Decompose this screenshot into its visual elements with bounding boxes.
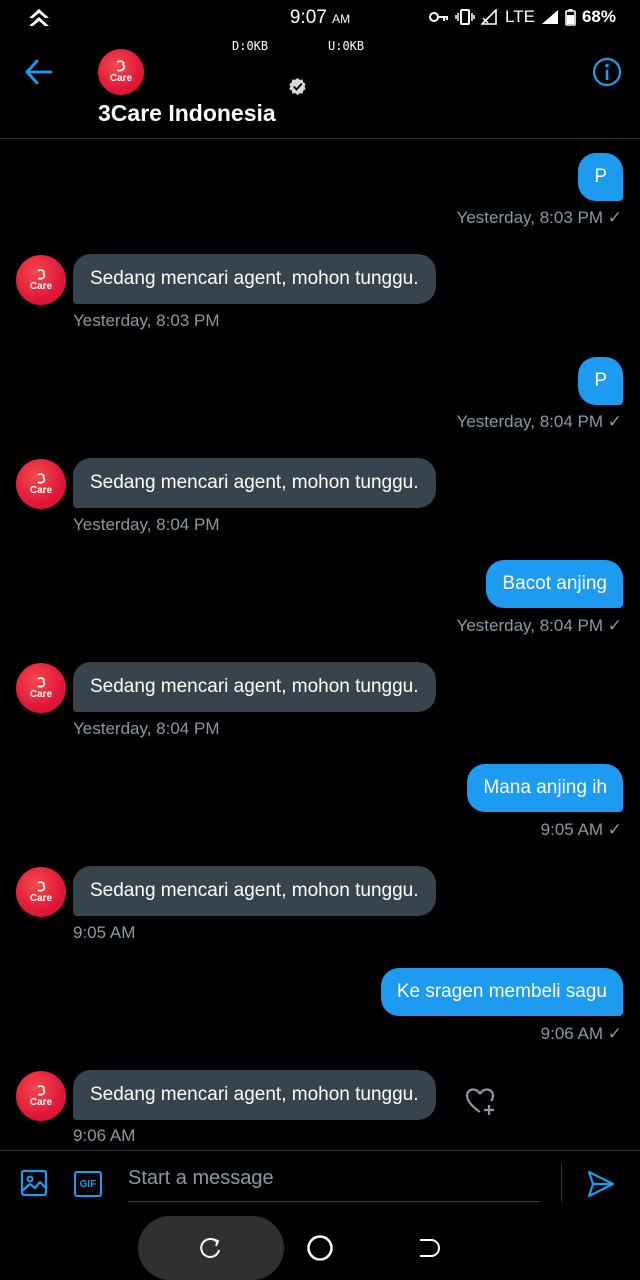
message-timestamp: Yesterday, 8:04 PM ✓ [456, 412, 622, 431]
message-text: Mana anjing ih [483, 777, 607, 798]
sender-avatar[interactable]: Care [16, 255, 66, 305]
no-signal-icon [481, 9, 497, 25]
sender-avatar[interactable]: Care [16, 663, 66, 713]
system-navigation-bar [0, 1216, 640, 1280]
add-reaction-heart-icon[interactable] [464, 1085, 496, 1117]
message-text: Ke sragen membeli sagu [396, 981, 607, 1002]
message-composer: GIF Start a message [0, 1150, 640, 1217]
back-arrow-icon[interactable] [24, 58, 54, 86]
message-timestamp: Yesterday, 8:03 PM [73, 311, 220, 330]
incoming-message-bubble[interactable]: Sedang mencari agent, mohon tunggu. [73, 1070, 436, 1120]
message-timestamp: Yesterday, 8:03 PM ✓ [456, 208, 622, 227]
battery-percent: 68% [581, 7, 616, 26]
message-timestamp: 9:05 AM ✓ [540, 820, 622, 839]
message-text: P [594, 370, 607, 391]
status-bar: 9:07 AM LTE 68% D:0KB U:0KB [0, 0, 640, 53]
outgoing-message-bubble[interactable]: Ke sragen membeli sagu [380, 968, 623, 1016]
outgoing-message-bubble[interactable]: Bacot anjing [486, 560, 623, 608]
info-icon[interactable] [592, 57, 622, 87]
contact-name[interactable]: 3Care Indonesia [98, 100, 276, 127]
three-logo-icon [36, 1084, 45, 1095]
outgoing-message-bubble[interactable]: P [578, 153, 623, 201]
message-timestamp: Yesterday, 8:04 PM ✓ [456, 616, 622, 635]
verified-badge-icon [289, 77, 306, 96]
signal-icon [541, 10, 558, 24]
incoming-message-bubble[interactable]: Sedang mencari agent, mohon tunggu. [73, 458, 436, 508]
status-icons: LTE 68% [429, 7, 616, 27]
gif-button[interactable]: GIF [74, 1171, 102, 1197]
send-icon[interactable] [586, 1169, 616, 1199]
vibrate-icon [455, 9, 475, 25]
message-text: P [594, 166, 607, 187]
message-text: Sedang mencari agent, mohon tunggu. [90, 268, 419, 289]
three-logo-icon [36, 676, 45, 687]
message-text: Sedang mencari agent, mohon tunggu. [90, 472, 419, 493]
incoming-message-bubble[interactable]: Sedang mencari agent, mohon tunggu. [73, 866, 436, 916]
message-input[interactable]: Start a message [128, 1167, 540, 1202]
message-timestamp: Yesterday, 8:04 PM [73, 719, 220, 738]
vpn-key-icon [429, 12, 449, 22]
message-timestamp: 9:06 AM ✓ [540, 1024, 622, 1043]
conversation-header: Care 3Care Indonesia [0, 44, 640, 139]
sender-avatar[interactable]: Care [16, 867, 66, 917]
sender-avatar[interactable]: Care [16, 459, 66, 509]
three-logo-icon [36, 268, 45, 279]
three-logo-icon [36, 880, 45, 891]
battery-icon [565, 8, 576, 26]
outgoing-message-bubble[interactable]: P [578, 357, 623, 405]
three-logo-icon [36, 472, 45, 483]
outgoing-message-bubble[interactable]: Mana anjing ih [467, 764, 623, 812]
image-icon[interactable] [20, 1169, 48, 1197]
message-timestamp: 9:06 AM [73, 1126, 136, 1145]
message-list[interactable]: P Yesterday, 8:03 PM ✓ Care Sedang menca… [0, 139, 640, 1149]
message-text: Sedang mencari agent, mohon tunggu. [90, 880, 419, 901]
composer-divider [561, 1163, 562, 1203]
message-text: Sedang mencari agent, mohon tunggu. [90, 1084, 419, 1105]
incoming-message-bubble[interactable]: Sedang mencari agent, mohon tunggu. [73, 254, 436, 304]
incoming-message-bubble[interactable]: Sedang mencari agent, mohon tunggu. [73, 662, 436, 712]
contact-avatar[interactable]: Care [98, 49, 144, 95]
message-timestamp: Yesterday, 8:04 PM [73, 515, 220, 534]
message-text: Sedang mencari agent, mohon tunggu. [90, 676, 419, 697]
network-type: LTE [505, 7, 535, 26]
recent-apps-icon[interactable] [199, 1236, 223, 1260]
three-logo-icon [116, 60, 126, 72]
message-timestamp: 9:05 AM [73, 923, 136, 942]
back-nav-icon[interactable] [417, 1236, 441, 1260]
home-icon[interactable] [306, 1234, 334, 1262]
message-text: Bacot anjing [502, 573, 607, 594]
gif-label: GIF [79, 1178, 97, 1190]
sender-avatar[interactable]: Care [16, 1071, 66, 1121]
